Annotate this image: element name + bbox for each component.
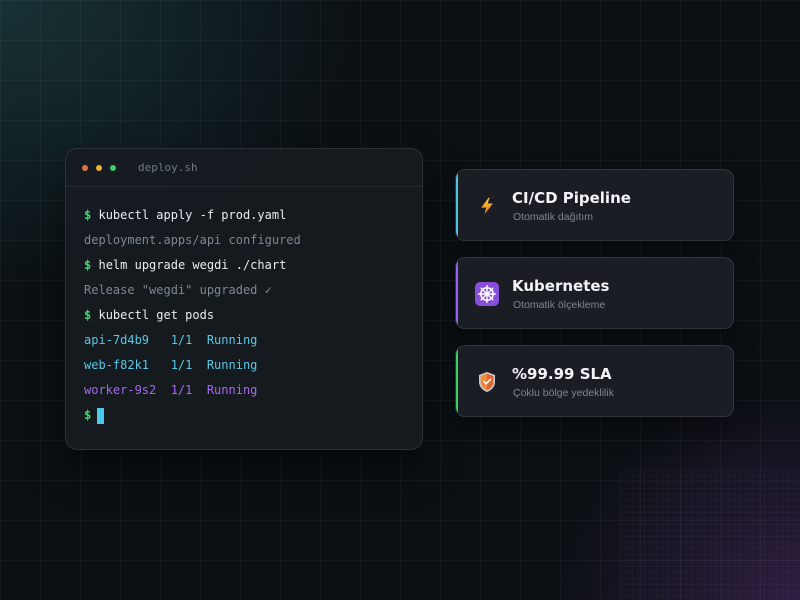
prompt-symbol: $ xyxy=(84,308,92,322)
lightning-icon xyxy=(475,194,499,218)
feature-card-cicd[interactable]: CI/CD Pipeline Otomatik dağıtım xyxy=(455,169,734,241)
pod-status-line: api-7d4b9 1/1 Running xyxy=(84,333,258,347)
background-grid-detail xyxy=(620,470,800,600)
pod-status-line: web-f82k1 1/1 Running xyxy=(84,358,258,372)
card-subtitle: Çoklu bölge yedeklilik xyxy=(513,387,614,399)
text-cursor xyxy=(97,407,105,424)
prompt-symbol: $ xyxy=(84,208,92,222)
terminal-line: deployment.apps/api configured xyxy=(84,233,301,247)
card-title: Kubernetes xyxy=(512,277,610,295)
terminal-window[interactable]: deploy.sh $ kubectl apply -f prod.yaml d… xyxy=(65,148,423,450)
terminal-line: $ helm upgrade wegdi ./chart xyxy=(84,257,422,282)
command-text: kubectl get pods xyxy=(98,308,215,322)
pod-status-line: worker-9s2 1/1 Running xyxy=(84,383,258,397)
kubernetes-helm-icon xyxy=(475,282,499,306)
shield-icon xyxy=(475,370,499,394)
terminal-line: $ kubectl apply -f prod.yaml xyxy=(84,207,422,232)
command-text: helm upgrade wegdi ./chart xyxy=(98,258,287,272)
prompt-symbol: $ xyxy=(84,408,92,422)
feature-card-kubernetes[interactable]: Kubernetes Otomatik ölçekleme xyxy=(455,257,734,329)
close-dot-icon[interactable] xyxy=(82,164,88,171)
maximize-dot-icon[interactable] xyxy=(110,164,116,171)
card-subtitle: Otomatik dağıtım xyxy=(513,211,593,223)
card-subtitle: Otomatik ölçekleme xyxy=(513,299,606,311)
terminal-line: Release "wegdi" upgraded ✓ xyxy=(84,283,272,297)
feature-card-sla[interactable]: %99.99 SLA Çoklu bölge yedeklilik xyxy=(455,345,734,417)
card-title: %99.99 SLA xyxy=(512,365,612,383)
terminal-line: $ kubectl get pods xyxy=(84,307,422,332)
minimize-dot-icon[interactable] xyxy=(96,164,102,171)
page-background: deploy.sh $ kubectl apply -f prod.yaml d… xyxy=(0,0,800,600)
prompt-symbol: $ xyxy=(84,258,92,272)
command-text: kubectl apply -f prod.yaml xyxy=(98,208,287,222)
terminal-titlebar: deploy.sh xyxy=(66,149,422,187)
terminal-title: deploy.sh xyxy=(138,161,198,174)
terminal-output: $ kubectl apply -f prod.yaml deployment.… xyxy=(66,187,422,432)
card-title: CI/CD Pipeline xyxy=(512,189,631,207)
terminal-input-line[interactable]: $ xyxy=(84,407,422,432)
